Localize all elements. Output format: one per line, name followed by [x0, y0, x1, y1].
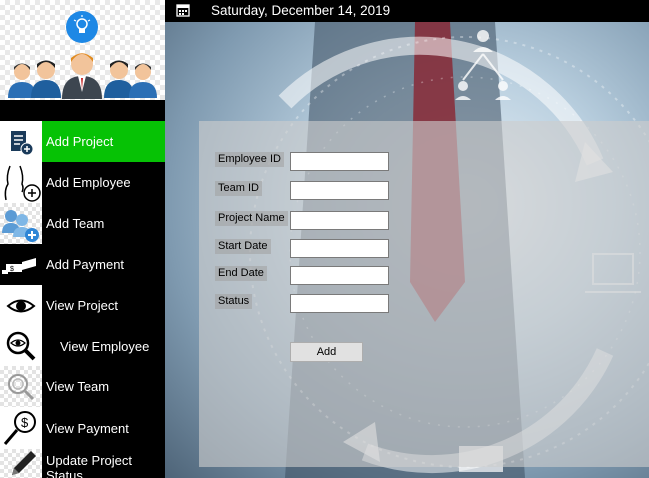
eye-icon — [0, 285, 42, 326]
start-date-label: Start Date — [215, 239, 271, 254]
sidebar-item-add-team[interactable]: Add Team — [0, 203, 165, 244]
sidebar: Add Project Add Employee Add Team $ Add … — [0, 0, 165, 478]
money-icon: $ — [0, 244, 42, 285]
sidebar-item-add-employee[interactable]: Add Employee — [0, 162, 165, 203]
team-id-input[interactable] — [290, 181, 389, 200]
team-people-icon — [8, 11, 157, 99]
sidebar-item-label: Add Project — [42, 121, 165, 162]
svg-text:$: $ — [21, 415, 29, 430]
employee-id-label: Employee ID — [215, 152, 284, 167]
project-name-input[interactable] — [290, 211, 389, 230]
team-add-icon — [0, 203, 42, 244]
sidebar-item-label: View Team — [46, 379, 110, 394]
sidebar-item-label: View Project — [46, 298, 119, 313]
status-label: Status — [215, 294, 253, 309]
sidebar-item-view-employee[interactable]: View Employee — [0, 326, 165, 366]
end-date-input[interactable] — [290, 266, 389, 285]
person-add-icon — [0, 162, 42, 203]
pencil-icon — [0, 449, 42, 478]
sidebar-item-view-payment[interactable]: $ View Payment — [0, 407, 165, 449]
start-date-input[interactable] — [290, 239, 389, 258]
date-bar: Saturday, December 14, 2019 — [165, 0, 649, 22]
svg-text:$: $ — [10, 266, 14, 273]
end-date-label: End Date — [215, 266, 267, 281]
sidebar-item-view-team[interactable]: View Team — [0, 366, 165, 407]
add-project-form: Employee ID Team ID Project Name Start D… — [199, 121, 649, 467]
payment-search-icon: $ — [0, 407, 42, 449]
team-logo — [0, 0, 165, 100]
sidebar-item-view-project[interactable]: View Project — [0, 285, 165, 326]
team-id-label: Team ID — [215, 181, 262, 196]
sidebar-item-label: Update Project Status — [46, 453, 132, 478]
status-input[interactable] — [290, 294, 389, 313]
sidebar-item-label: View Employee — [60, 338, 150, 354]
sidebar-item-label: Add Payment — [46, 257, 125, 272]
main-content: Employee ID Team ID Project Name Start D… — [165, 22, 649, 478]
eye-magnifier-icon — [0, 326, 42, 366]
sidebar-item-label: Add Team — [46, 216, 105, 231]
current-date: Saturday, December 14, 2019 — [211, 3, 391, 18]
sidebar-item-add-project[interactable]: Add Project — [0, 121, 165, 162]
sidebar-item-update-project-status[interactable]: Update Project Status — [0, 449, 165, 478]
sidebar-item-label: View Payment — [46, 420, 129, 436]
calendar-icon — [176, 4, 190, 17]
sidebar-item-add-payment[interactable]: $ Add Payment — [0, 244, 165, 285]
magnifier-icon — [0, 366, 42, 407]
sidebar-item-label: Add Employee — [46, 175, 131, 190]
employee-id-input[interactable] — [290, 152, 389, 171]
document-add-icon — [0, 121, 42, 162]
add-button[interactable]: Add — [290, 342, 363, 362]
project-name-label: Project Name — [215, 211, 288, 226]
